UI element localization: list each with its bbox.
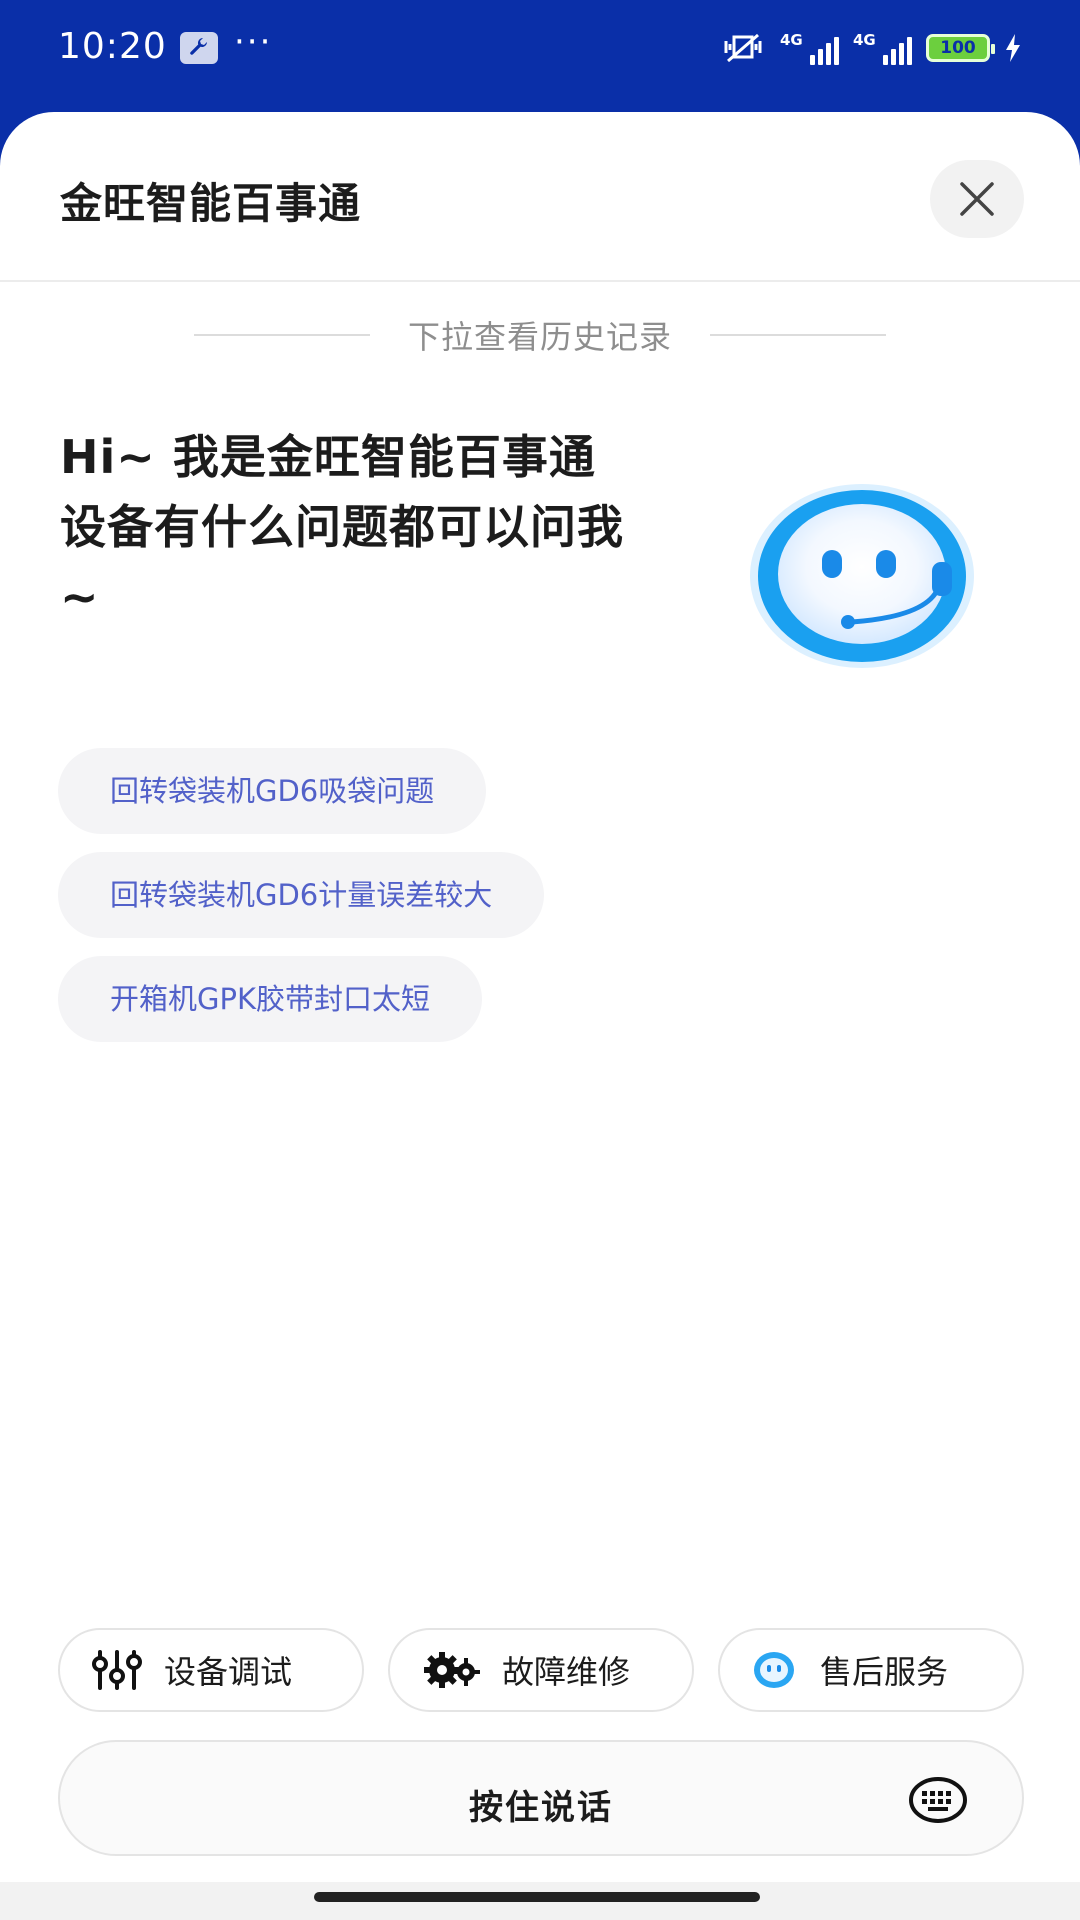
status-indicators: 4G 4G 100 bbox=[720, 28, 1022, 68]
more-notifications-icon: ··· bbox=[234, 22, 273, 62]
fault-repair-button[interactable]: 故障维修 bbox=[388, 1628, 694, 1712]
device-debug-button[interactable]: 设备调试 bbox=[58, 1628, 364, 1712]
status-time: 10:20 bbox=[58, 26, 167, 67]
device-debug-label: 设备调试 bbox=[164, 1653, 293, 1691]
suggestion-list: 回转袋装机GD6吸袋问题 回转袋装机GD6计量误差较大 开箱机GPK胶带封口太短 bbox=[58, 748, 545, 1060]
wrench-icon bbox=[180, 32, 218, 64]
quick-actions: 设备调试 故障维修 售后服务 bbox=[58, 1628, 1024, 1712]
hold-to-talk-button[interactable]: 按住说话 bbox=[58, 1740, 1024, 1856]
sliders-icon bbox=[92, 1650, 142, 1690]
page-title: 金旺智能百事通 bbox=[60, 179, 362, 228]
greeting-message: Hi~ 我是金旺智能百事通 设备有什么问题都可以问我~ bbox=[60, 422, 660, 632]
mute-vibrate-icon bbox=[724, 33, 762, 63]
after-sales-label: 售后服务 bbox=[820, 1653, 949, 1691]
status-bar: 10:20 ··· 4G 4G 100 bbox=[0, 0, 1080, 112]
close-button[interactable] bbox=[930, 160, 1024, 238]
suggestion-chip[interactable]: 回转袋装机GD6计量误差较大 bbox=[58, 852, 545, 938]
pull-history-label: 下拉查看历史记录 bbox=[407, 318, 672, 356]
signal-icon: 4G bbox=[780, 31, 839, 65]
fault-repair-label: 故障维修 bbox=[502, 1653, 631, 1691]
service-face-icon bbox=[754, 1652, 794, 1688]
suggestion-chip[interactable]: 回转袋装机GD6吸袋问题 bbox=[58, 748, 487, 834]
bot-avatar-icon bbox=[744, 476, 984, 676]
chat-sheet: 金旺智能百事通 下拉查看历史记录 Hi~ 我是金旺智能百事通 设备有什么问题都可… bbox=[0, 112, 1080, 1920]
gears-icon bbox=[424, 1652, 480, 1688]
close-icon bbox=[960, 182, 994, 216]
hold-to-talk-label: 按住说话 bbox=[469, 1788, 613, 1828]
suggestion-chip[interactable]: 开箱机GPK胶带封口太短 bbox=[58, 956, 482, 1042]
charging-bolt-icon bbox=[1006, 34, 1020, 62]
keyboard-toggle-button[interactable] bbox=[908, 1776, 968, 1824]
keyboard-icon bbox=[909, 1777, 967, 1823]
header: 金旺智能百事通 bbox=[0, 112, 1080, 282]
divider bbox=[710, 334, 886, 336]
after-sales-button[interactable]: 售后服务 bbox=[718, 1628, 1024, 1712]
battery-level: 100 bbox=[940, 38, 976, 58]
pull-history-hint: 下拉查看历史记录 bbox=[0, 312, 1080, 358]
greeting-line-1: Hi~ 我是金旺智能百事通 bbox=[60, 430, 596, 484]
battery-icon: 100 bbox=[926, 34, 995, 62]
signal-icon: 4G bbox=[853, 31, 912, 65]
home-indicator[interactable] bbox=[314, 1892, 760, 1902]
greeting-line-2: 设备有什么问题都可以问我~ bbox=[60, 500, 624, 624]
divider bbox=[193, 334, 370, 336]
